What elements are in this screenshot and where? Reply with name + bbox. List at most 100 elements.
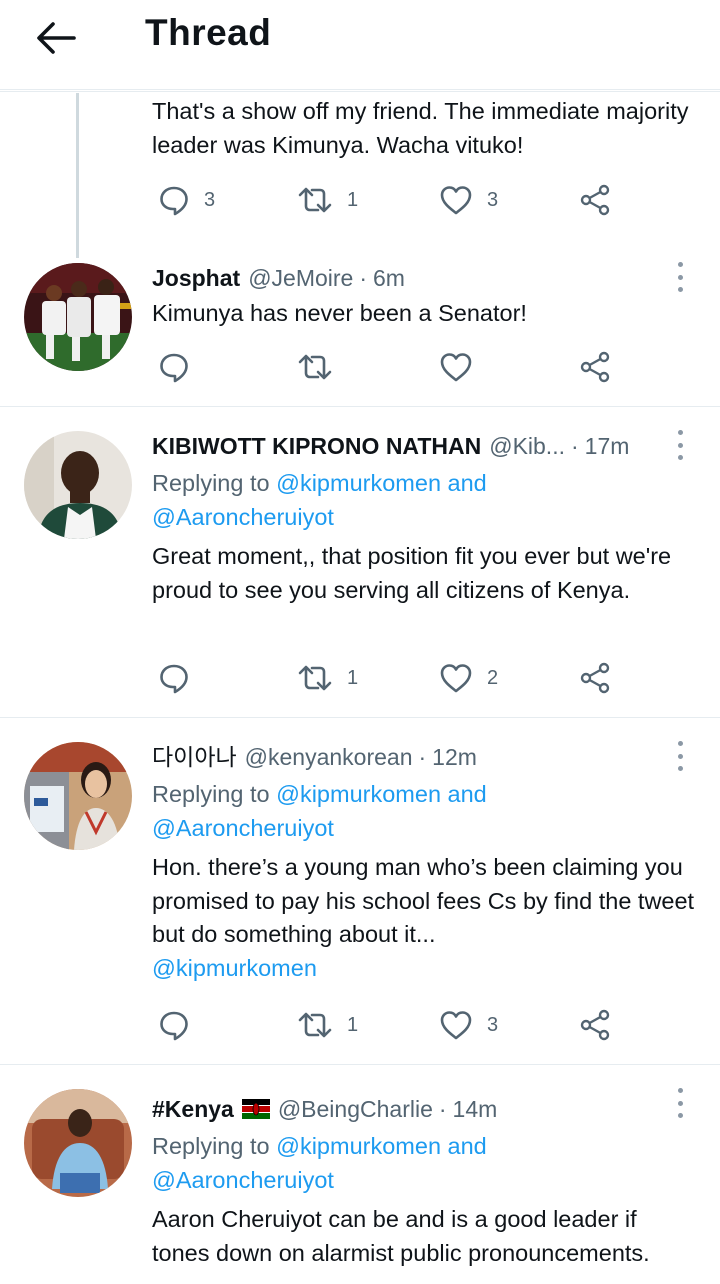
- share-icon: [580, 662, 610, 694]
- replying-to-line-2: @Aaroncheruiyot: [152, 501, 700, 535]
- timestamp[interactable]: 12m: [432, 741, 477, 773]
- share-icon: [580, 184, 610, 216]
- more-options-icon[interactable]: [670, 430, 690, 460]
- tweet-parent[interactable]: [0, 91, 720, 92]
- more-options-icon[interactable]: [670, 1088, 690, 1118]
- retweet-button[interactable]: 1: [297, 1005, 358, 1045]
- retweet-button[interactable]: 1: [297, 658, 358, 698]
- heart-icon: [440, 353, 472, 382]
- page-title: Thread: [145, 12, 272, 53]
- tweet-header: #Kenya @BeingCharlie · 14m: [152, 1093, 700, 1125]
- replying-to-line-2: @Aaroncheruiyot: [152, 812, 700, 846]
- tweet-josphat[interactable]: Josphat @JeMoire · 6m Kimunya has never …: [0, 250, 720, 407]
- arrow-left-icon: [37, 22, 76, 54]
- replying-to-link[interactable]: @kipmurkomen and: [276, 470, 487, 496]
- tweet-text: Great moment,, that position fit you eve…: [152, 543, 672, 603]
- like-button[interactable]: 3: [439, 180, 498, 220]
- replying-to: Replying to @kipmurkomen and: [152, 1130, 700, 1164]
- tweet-mention-link[interactable]: @kipmurkomen: [152, 952, 700, 986]
- tweet-actions: 1 2: [152, 658, 622, 698]
- username[interactable]: @Kib...: [489, 430, 565, 462]
- reply-button[interactable]: [158, 658, 204, 698]
- heart-icon: [440, 664, 472, 693]
- reply-icon: [160, 664, 188, 694]
- retweet-icon: [298, 354, 332, 380]
- more-options-icon[interactable]: [670, 741, 690, 771]
- retweet-count: 1: [347, 1013, 359, 1036]
- separator-dot: ·: [570, 433, 579, 459]
- replying-to-link[interactable]: @kipmurkomen and: [276, 1133, 487, 1159]
- separator-dot: ·: [438, 1096, 447, 1122]
- timestamp[interactable]: 17m: [585, 430, 630, 462]
- tweet-kenyankorean[interactable]: 다이아나 @kenyankorean · 12m Replying to @ki…: [0, 719, 720, 1065]
- replying-to-link[interactable]: @Aaroncheruiyot: [152, 815, 334, 841]
- avatar[interactable]: [24, 742, 132, 850]
- tweet-parent-content: That's a show off my friend. The immedia…: [152, 95, 700, 162]
- kenya-flag-icon: [241, 1099, 270, 1119]
- replying-to: Replying to @kipmurkomen and: [152, 778, 700, 812]
- reply-button[interactable]: [158, 347, 204, 387]
- reply-icon: [160, 353, 188, 383]
- share-button[interactable]: [579, 658, 611, 698]
- heart-icon: [440, 186, 472, 215]
- username[interactable]: @BeingCharlie: [278, 1093, 433, 1125]
- like-button[interactable]: [439, 347, 487, 387]
- retweet-icon: [298, 1012, 332, 1038]
- retweet-icon: [298, 665, 332, 691]
- display-name[interactable]: 다이아나: [152, 741, 237, 773]
- reply-button[interactable]: 3: [158, 180, 215, 220]
- replying-to-link[interactable]: @Aaroncheruiyot: [152, 504, 334, 530]
- like-count: 2: [487, 666, 499, 689]
- reply-icon: [160, 1011, 188, 1041]
- replying-to-link[interactable]: @Aaroncheruiyot: [152, 1167, 334, 1193]
- username[interactable]: @JeMoire: [248, 262, 353, 294]
- tweet-actions: 1 3: [152, 1005, 622, 1045]
- separator-dot: ·: [359, 265, 368, 291]
- replying-to-label: Replying to: [152, 470, 270, 496]
- tweet-text: Hon. there’s a young man who’s been clai…: [152, 854, 695, 947]
- reply-button[interactable]: [158, 1005, 204, 1045]
- more-options-icon[interactable]: [670, 262, 690, 292]
- avatar[interactable]: [24, 1089, 132, 1197]
- display-name[interactable]: #Kenya: [152, 1093, 234, 1125]
- replying-to-line-2: @Aaroncheruiyot: [152, 1164, 700, 1198]
- reply-count: 3: [204, 188, 216, 211]
- retweet-count: 1: [347, 188, 359, 211]
- tweet-header: Josphat @JeMoire · 6m: [152, 262, 700, 294]
- tweet-kibiwott[interactable]: KIBIWOTT KIPRONO NATHAN @Kib... · 17m Re…: [0, 408, 720, 718]
- reply-icon: [160, 186, 188, 216]
- replying-to-label: Replying to: [152, 781, 270, 807]
- retweet-count: 1: [347, 666, 359, 689]
- separator-dot: ·: [418, 744, 427, 770]
- share-icon: [580, 1009, 610, 1041]
- heart-icon: [440, 1011, 472, 1040]
- thread-connector-line: [76, 93, 79, 258]
- like-count: 3: [487, 188, 499, 211]
- share-icon: [580, 351, 610, 383]
- timestamp[interactable]: 14m: [453, 1093, 498, 1125]
- like-button[interactable]: 2: [439, 658, 498, 698]
- retweet-button[interactable]: [297, 347, 347, 387]
- replying-to-link[interactable]: @kipmurkomen and: [276, 781, 487, 807]
- share-button[interactable]: [579, 1005, 611, 1045]
- tweet-text: That's a show off my friend. The immedia…: [152, 98, 689, 158]
- tweet-text: Kimunya has never been a Senator!: [152, 300, 527, 326]
- like-button[interactable]: 3: [439, 1005, 498, 1045]
- tweet-beingcharlie[interactable]: #Kenya @BeingCharlie · 14m Replying to @…: [0, 1066, 720, 1284]
- share-button[interactable]: [579, 180, 611, 220]
- retweet-button[interactable]: 1: [297, 180, 358, 220]
- display-name[interactable]: KIBIWOTT KIPRONO NATHAN: [152, 430, 481, 462]
- avatar[interactable]: [24, 263, 132, 371]
- replying-to: Replying to @kipmurkomen and: [152, 467, 700, 501]
- timestamp[interactable]: 6m: [373, 262, 405, 294]
- tweet-actions: [152, 347, 622, 387]
- username[interactable]: @kenyankorean: [245, 741, 413, 773]
- avatar[interactable]: [24, 431, 132, 539]
- tweet-text: Aaron Cheruiyot can be and is a good lea…: [152, 1206, 650, 1266]
- tweet-header: 다이아나 @kenyankorean · 12m: [152, 741, 700, 773]
- back-button[interactable]: [30, 16, 82, 60]
- display-name[interactable]: Josphat: [152, 262, 240, 294]
- like-count: 3: [487, 1013, 499, 1036]
- tweet-actions: 3 1 3: [152, 180, 622, 220]
- share-button[interactable]: [579, 347, 611, 387]
